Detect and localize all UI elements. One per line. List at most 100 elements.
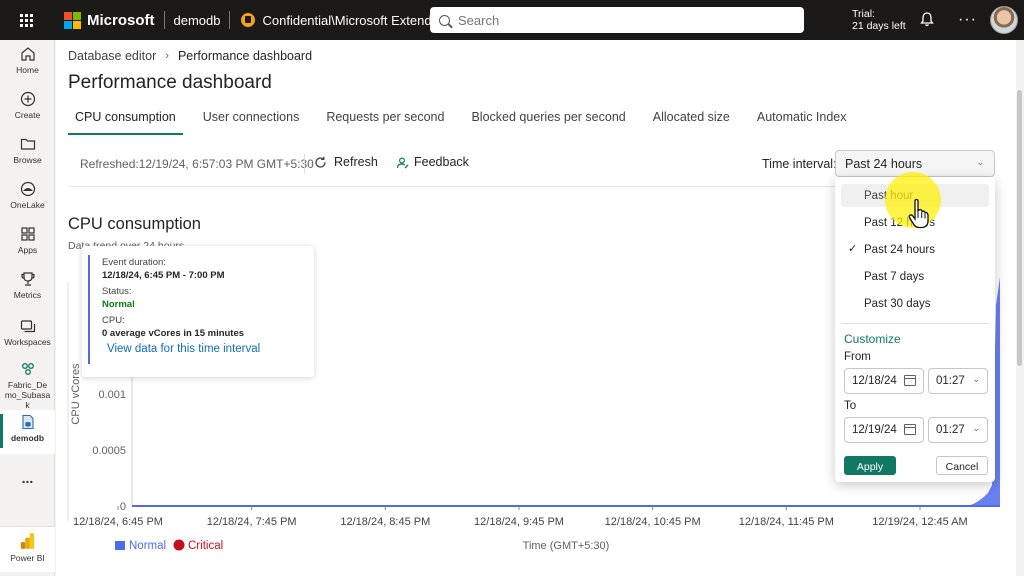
search-input[interactable]	[458, 12, 778, 28]
nav-item-power-bi[interactable]: Power BI	[0, 526, 55, 572]
nav-item-home[interactable]: Home	[0, 46, 55, 75]
x-tick-label: 12/18/24, 10:45 PM	[605, 516, 701, 528]
y-tick-label: 0.0005	[92, 445, 126, 457]
to-date-input[interactable]: 12/19/24	[844, 417, 924, 443]
nav-item-metrics[interactable]: Metrics	[0, 271, 55, 300]
nav-item-onelake[interactable]: OneLake	[0, 181, 55, 210]
customize-heading: Customize	[844, 332, 901, 346]
app-launcher-button[interactable]	[0, 0, 52, 40]
left-navigation: Home Create Browse OneLake Apps Metrics …	[0, 40, 55, 576]
tab-requests-per-second[interactable]: Requests per second	[319, 110, 451, 134]
apps-icon	[20, 227, 35, 241]
from-date-input[interactable]: 12/18/24	[844, 368, 924, 394]
microsoft-logo-icon	[64, 11, 81, 29]
scrollbar-thumb[interactable]	[1017, 90, 1022, 366]
nav-label: Create	[14, 110, 41, 120]
tooltip-status-value: Normal	[102, 299, 135, 310]
feedback-button[interactable]: Feedback	[396, 155, 469, 169]
workspaces-icon	[20, 320, 35, 333]
brand-name[interactable]: Microsoft	[87, 12, 155, 29]
chart-tooltip: Event duration: 12/18/24, 6:45 PM - 7:00…	[82, 246, 314, 377]
tab-cpu-consumption[interactable]: CPU consumption	[68, 110, 183, 135]
breadcrumb-current: Performance dashboard	[177, 49, 313, 63]
nav-label: Browse	[13, 155, 42, 165]
tab-automatic-index[interactable]: Automatic Index	[750, 110, 854, 134]
nav-label: Workspaces	[4, 337, 51, 347]
legend-critical-swatch	[173, 539, 185, 551]
option-past-7-days[interactable]: Past 7 days	[841, 265, 989, 288]
sensitivity-label: Confidential\Microsoft Extended	[262, 12, 447, 28]
x-tick-label: 12/18/24, 8:45 PM	[340, 516, 430, 528]
breadcrumb-parent[interactable]: Database editor	[68, 49, 156, 63]
time-interval-label: Time interval:	[762, 157, 837, 171]
cancel-button[interactable]: Cancel	[936, 456, 988, 475]
nav-label: Metrics	[13, 290, 42, 300]
legend-normal-swatch	[115, 541, 125, 550]
workspace-people-icon	[21, 363, 34, 375]
tooltip-event-label: Event duration:	[102, 257, 166, 268]
more-options-icon[interactable]: ···	[958, 11, 977, 29]
view-interval-data-link[interactable]: View data for this time interval	[107, 343, 260, 355]
nav-label: Power BI	[10, 553, 45, 563]
tooltip-status-label: Status:	[102, 286, 132, 297]
y-tick-label: 0.001	[98, 389, 126, 401]
feedback-icon	[396, 156, 409, 168]
trial-label: Trial:	[852, 8, 875, 20]
plus-circle-icon	[20, 91, 35, 107]
y-axis-label: CPU vCores	[70, 363, 82, 425]
time-interval-value: Past 24 hours	[845, 157, 923, 171]
nav-item-fabric-demo-subasak[interactable]: Fabric_Demo_Subasak	[0, 361, 55, 410]
search-icon	[439, 14, 450, 26]
tab-blocked-queries-per-second[interactable]: Blocked queries per second	[464, 110, 632, 134]
home-icon	[20, 47, 35, 61]
refresh-button[interactable]: Refresh	[314, 155, 378, 169]
hand-pointer-icon	[908, 199, 929, 229]
x-tick-label: 12/18/24, 7:45 PM	[207, 516, 297, 528]
option-past-30-days[interactable]: Past 30 days	[841, 292, 989, 315]
database-icon	[21, 414, 34, 430]
nav-label: Apps	[17, 245, 38, 255]
nav-item-demodb[interactable]: demodb	[0, 410, 55, 454]
nav-item-workspaces[interactable]: Workspaces	[0, 318, 55, 347]
topbar-divider	[163, 11, 165, 29]
page-title: Performance dashboard	[68, 72, 272, 93]
apply-button[interactable]: Apply	[844, 456, 896, 475]
from-time-select[interactable]: 01:27 ⌄	[928, 368, 988, 394]
tooltip-cpu-label: CPU:	[102, 315, 125, 326]
tab-allocated-size[interactable]: Allocated size	[646, 110, 737, 134]
workspace-name[interactable]: demodb	[174, 13, 221, 28]
chevron-down-icon: ⌄	[972, 423, 980, 433]
x-tick-label: 12/19/24, 12:45 AM	[872, 516, 967, 528]
tab-user-connections[interactable]: User connections	[196, 110, 307, 134]
refresh-label: Refresh	[334, 155, 378, 169]
nav-more-icon[interactable]: ...	[0, 470, 55, 486]
nav-label: Fabric_Demo_Subasak	[4, 380, 51, 410]
to-time-select[interactable]: 01:27 ⌄	[928, 417, 988, 443]
onelake-icon	[20, 181, 35, 197]
avatar[interactable]	[990, 6, 1018, 34]
trial-days-left: 21 days left	[852, 20, 906, 32]
calendar-icon[interactable]	[904, 375, 916, 386]
legend-critical-label: Critical	[188, 540, 223, 552]
refresh-icon	[315, 156, 326, 168]
option-past-24-hours[interactable]: ✓ Past 24 hours	[841, 238, 989, 261]
tab-list: CPU consumption User connections Request…	[68, 110, 867, 135]
refreshed-timestamp: Refreshed:12/19/24, 6:57:03 PM GMT+5:30	[80, 157, 314, 171]
tooltip-cpu-value: 0 average vCores in 15 minutes	[102, 328, 245, 339]
search-box[interactable]	[430, 7, 804, 33]
chevron-right-icon: ›	[165, 50, 169, 62]
x-axis-label: Time (GMT+5:30)	[523, 540, 610, 552]
toolbar-divider	[304, 154, 305, 174]
x-tick-label: 12/18/24, 9:45 PM	[474, 516, 564, 528]
nav-item-apps[interactable]: Apps	[0, 226, 55, 255]
tooltip-event-value: 12/18/24, 6:45 PM - 7:00 PM	[102, 270, 225, 281]
dropdown-divider	[841, 323, 989, 324]
trial-status[interactable]: Trial: 21 days left	[852, 8, 906, 32]
calendar-icon[interactable]	[904, 424, 916, 435]
nav-label: OneLake	[10, 200, 45, 210]
nav-item-create[interactable]: Create	[0, 91, 55, 120]
scrollbar[interactable]	[1016, 40, 1024, 576]
bell-icon[interactable]	[920, 12, 934, 27]
nav-item-browse[interactable]: Browse	[0, 136, 55, 165]
from-date-value: 12/18/24	[852, 375, 897, 387]
